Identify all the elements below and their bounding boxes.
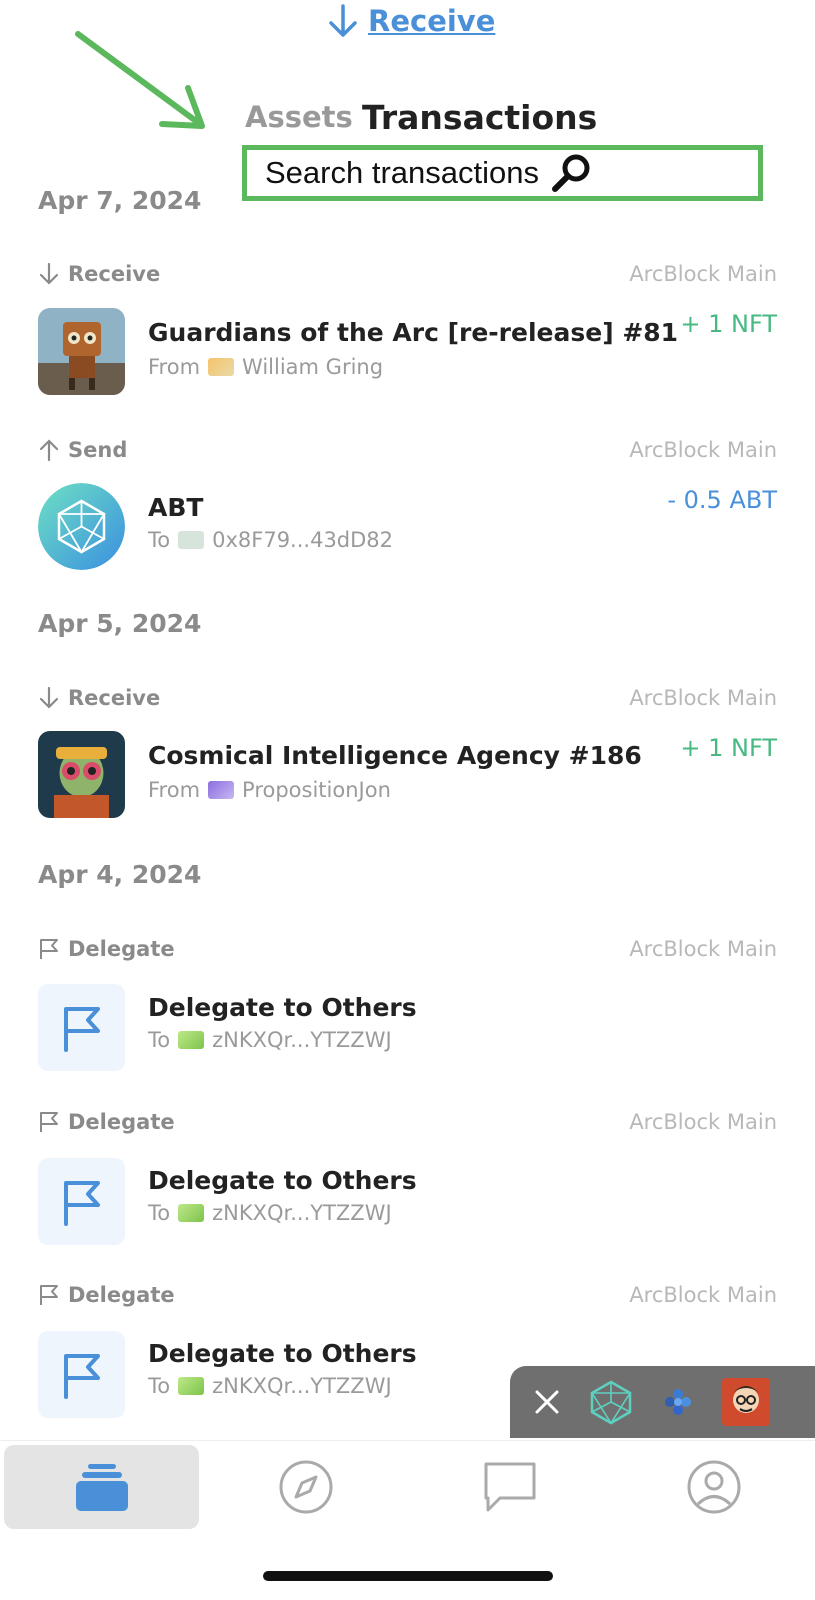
delegate-thumbnail[interactable] [38, 984, 125, 1071]
receive-link[interactable]: Receive [328, 4, 495, 38]
flag-icon [40, 1285, 58, 1305]
date-header: Apr 4, 2024 [38, 860, 202, 889]
home-indicator[interactable] [263, 1571, 553, 1581]
wallet-icon [75, 1464, 128, 1511]
nft-thumbnail[interactable] [38, 731, 125, 818]
party-name: 0x8F79...43dD82 [212, 528, 394, 552]
tx-amount: + 1 NFT [680, 734, 777, 762]
annotation-arrow-icon [75, 31, 205, 129]
tx-type: Delegate [38, 1283, 175, 1307]
party-name: zNKXQr...YTZZWJ [212, 1374, 392, 1398]
tx-party: To zNKXQr...YTZZWJ [148, 1028, 392, 1052]
compass-icon [279, 1460, 332, 1514]
abt-token-icon[interactable] [38, 483, 125, 570]
network-label: ArcBlock Main [629, 438, 777, 462]
search-icon [551, 154, 590, 192]
floating-app-dock [510, 1366, 815, 1438]
network-label: ArcBlock Main [629, 937, 777, 961]
party-avatar [178, 1031, 205, 1049]
tx-type: Receive [38, 262, 160, 286]
arrow-down-icon [39, 686, 59, 709]
party-avatar [208, 358, 235, 376]
tx-type-label: Delegate [68, 1110, 175, 1134]
date-header: Apr 7, 2024 [38, 186, 202, 215]
party-name: zNKXQr...YTZZWJ [212, 1201, 392, 1225]
tx-title[interactable]: Delegate to Others [148, 1166, 417, 1195]
tab-transactions[interactable]: Transactions [362, 98, 597, 137]
tx-amount: + 1 NFT [680, 310, 777, 338]
flag-icon [40, 939, 58, 959]
avatar-app-icon[interactable] [722, 1378, 770, 1426]
party-avatar [208, 781, 235, 799]
nav-explore[interactable] [208, 1445, 403, 1529]
tx-type: Send [38, 438, 127, 462]
tab-assets[interactable]: Assets [245, 100, 353, 134]
tx-title[interactable]: ABT [148, 493, 203, 522]
tx-amount: - 0.5 ABT [667, 486, 777, 514]
delegate-thumbnail[interactable] [38, 1158, 125, 1245]
tx-type-label: Send [68, 438, 128, 462]
tx-type: Receive [38, 686, 160, 710]
flag-icon [63, 1006, 100, 1052]
direction-label: To [148, 528, 171, 552]
delegate-thumbnail[interactable] [38, 1331, 125, 1418]
party-avatar [178, 1204, 205, 1222]
network-label: ArcBlock Main [629, 1283, 777, 1307]
tx-party: From William Gring [148, 355, 383, 379]
tx-party: To 0x8F79...43dD82 [148, 528, 393, 552]
tx-type: Delegate [38, 937, 175, 961]
tx-type-label: Receive [68, 686, 161, 710]
receive-link-label: Receive [368, 4, 496, 38]
direction-label: To [148, 1201, 171, 1225]
flag-icon [40, 1112, 58, 1132]
party-name: William Gring [242, 355, 384, 379]
tx-party: From PropositionJon [148, 778, 391, 802]
network-label: ArcBlock Main [629, 1110, 777, 1134]
nav-wallet[interactable] [4, 1445, 199, 1529]
network-label: ArcBlock Main [629, 262, 777, 286]
direction-label: From [148, 778, 201, 802]
arrow-down-icon [329, 4, 357, 37]
bottom-navigation [0, 1440, 815, 1538]
tx-title[interactable]: Guardians of the Arc [re-release] #81 [148, 318, 678, 347]
tx-title[interactable]: Delegate to Others [148, 1339, 417, 1368]
date-header: Apr 5, 2024 [38, 609, 202, 638]
arrow-up-icon [39, 439, 59, 462]
tx-party: To zNKXQr...YTZZWJ [148, 1201, 392, 1225]
tx-title[interactable]: Delegate to Others [148, 993, 417, 1022]
direction-label: From [148, 355, 201, 379]
nft-thumbnail[interactable] [38, 308, 125, 395]
flag-icon [63, 1353, 100, 1399]
tx-type-label: Delegate [68, 937, 175, 961]
party-name: zNKXQr...YTZZWJ [212, 1028, 392, 1052]
direction-label: To [148, 1374, 171, 1398]
party-avatar [178, 1377, 205, 1395]
chat-icon [484, 1462, 535, 1512]
arrow-down-icon [39, 262, 59, 285]
tx-party: To zNKXQr...YTZZWJ [148, 1374, 392, 1398]
direction-label: To [148, 1028, 171, 1052]
tx-type-label: Delegate [68, 1283, 175, 1307]
tx-title[interactable]: Cosmical Intelligence Agency #186 [148, 741, 642, 770]
blocklet-app-icon[interactable] [660, 1384, 696, 1420]
search-placeholder: Search transactions [265, 155, 539, 190]
tx-type: Delegate [38, 1110, 175, 1134]
network-label: ArcBlock Main [629, 686, 777, 710]
tx-type-label: Receive [68, 262, 161, 286]
profile-icon [687, 1460, 740, 1514]
arcblock-app-icon[interactable] [588, 1379, 634, 1425]
search-transactions-input[interactable]: Search transactions [242, 145, 763, 201]
nav-messages[interactable] [412, 1445, 607, 1529]
party-avatar [178, 531, 205, 549]
flag-icon [63, 1180, 100, 1226]
close-icon[interactable] [532, 1387, 562, 1417]
nav-profile[interactable] [616, 1445, 811, 1529]
party-name: PropositionJon [242, 778, 391, 802]
